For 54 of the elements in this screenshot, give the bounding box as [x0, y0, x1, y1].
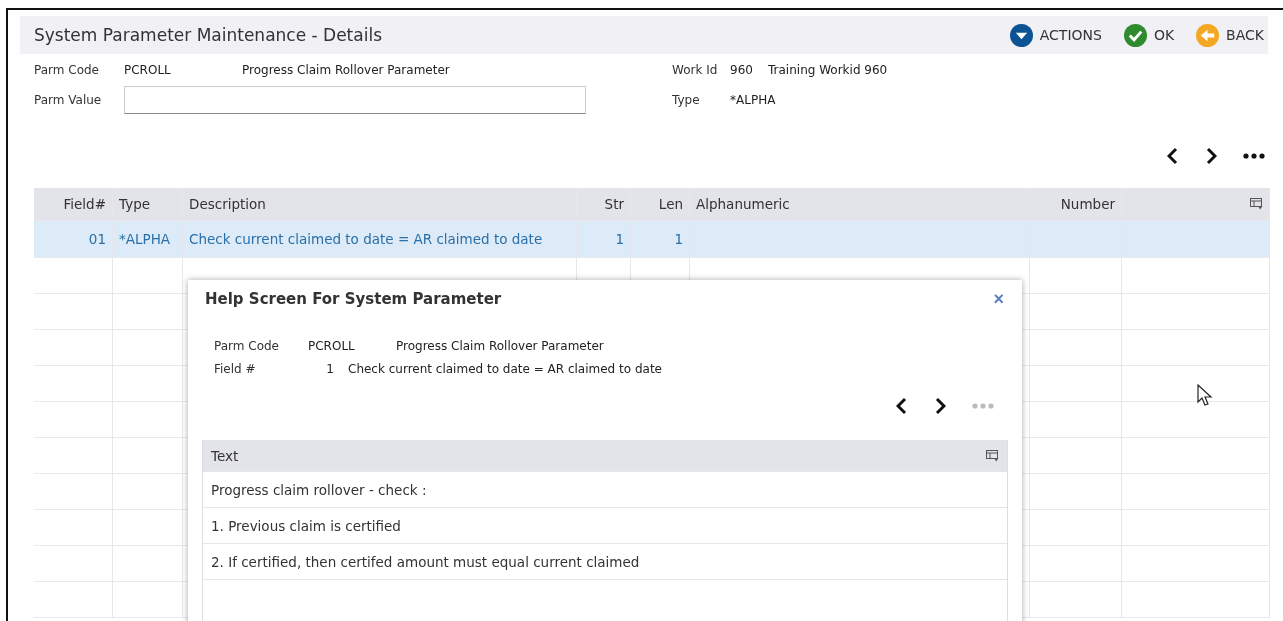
table-cell: 1 [631, 221, 690, 257]
input-field[interactable] [124, 86, 586, 114]
table-cell: 1. Previous claim is certified [211, 517, 401, 534]
column-settings-icon[interactable] [986, 449, 999, 462]
field-value: Check current claimed to date = AR claimed to date [348, 361, 662, 376]
column-header[interactable]: Alphanumeric [690, 188, 1030, 220]
chevron-right-icon [934, 397, 946, 415]
column-header[interactable]: Str [577, 188, 631, 220]
previous-button[interactable] [896, 397, 908, 415]
column-settings-icon[interactable] [1250, 198, 1263, 210]
table-cell: Progress claim rollover - check : [211, 481, 427, 498]
table-cell: Check current claimed to date = AR claimed to date [183, 221, 577, 257]
field-label: Parm Code [214, 338, 280, 353]
more-icon [1243, 153, 1265, 159]
table-cell: *ALPHA [113, 221, 183, 257]
next-button[interactable] [934, 397, 946, 415]
table-cell: 01 [34, 221, 113, 257]
page-title: System Parameter Maintenance - Details [34, 25, 383, 45]
column-header[interactable]: Type [113, 188, 183, 220]
next-button[interactable] [1205, 147, 1217, 165]
chevron-right-icon [1205, 147, 1217, 165]
field-label: Work Id [672, 63, 719, 77]
chevron-left-icon [1167, 147, 1179, 165]
actions-button[interactable]: ACTIONS [1005, 23, 1106, 47]
table-cell: 2. If certified, then certifed amount must equal current claimed [211, 553, 640, 570]
close-button[interactable]: × [989, 288, 1008, 310]
column-header[interactable]: Len [631, 188, 690, 220]
caret-icon [1009, 23, 1033, 47]
field-value: PCROLL [308, 338, 356, 353]
field-label: Parm Value [34, 93, 103, 107]
field-value: PCROLL [124, 63, 172, 77]
column-header[interactable]: Number [1030, 188, 1122, 220]
more-button[interactable] [1243, 153, 1265, 159]
chevron-left-icon [896, 397, 908, 415]
field-value: *ALPHA [730, 93, 776, 107]
table-cell: 1 [577, 221, 631, 257]
field-label: Type [672, 93, 701, 107]
field-value: Progress Claim Rollover Parameter [242, 63, 450, 77]
check-icon [1123, 23, 1147, 47]
field-label: Field # [214, 361, 257, 376]
column-header[interactable]: Description [183, 188, 577, 220]
field-value: 1 [325, 361, 334, 376]
field-label: Parm Code [34, 63, 100, 77]
back-button[interactable]: BACK [1192, 23, 1268, 47]
dialog-title: Help Screen For System Parameter [205, 290, 502, 308]
field-value: Training Workid 960 [768, 63, 888, 77]
column-header[interactable]: Text [211, 447, 239, 464]
table-row[interactable]: 01 *ALPHA Check current claimed to date = AR claimed to date 1 1 [34, 221, 1270, 258]
ok-button[interactable]: OK [1119, 23, 1179, 47]
column-header[interactable]: Field# [34, 188, 113, 220]
previous-button[interactable] [1167, 147, 1179, 165]
field-value: 960 [730, 63, 754, 77]
field-value: Progress Claim Rollover Parameter [396, 338, 604, 353]
more-icon [972, 403, 994, 409]
